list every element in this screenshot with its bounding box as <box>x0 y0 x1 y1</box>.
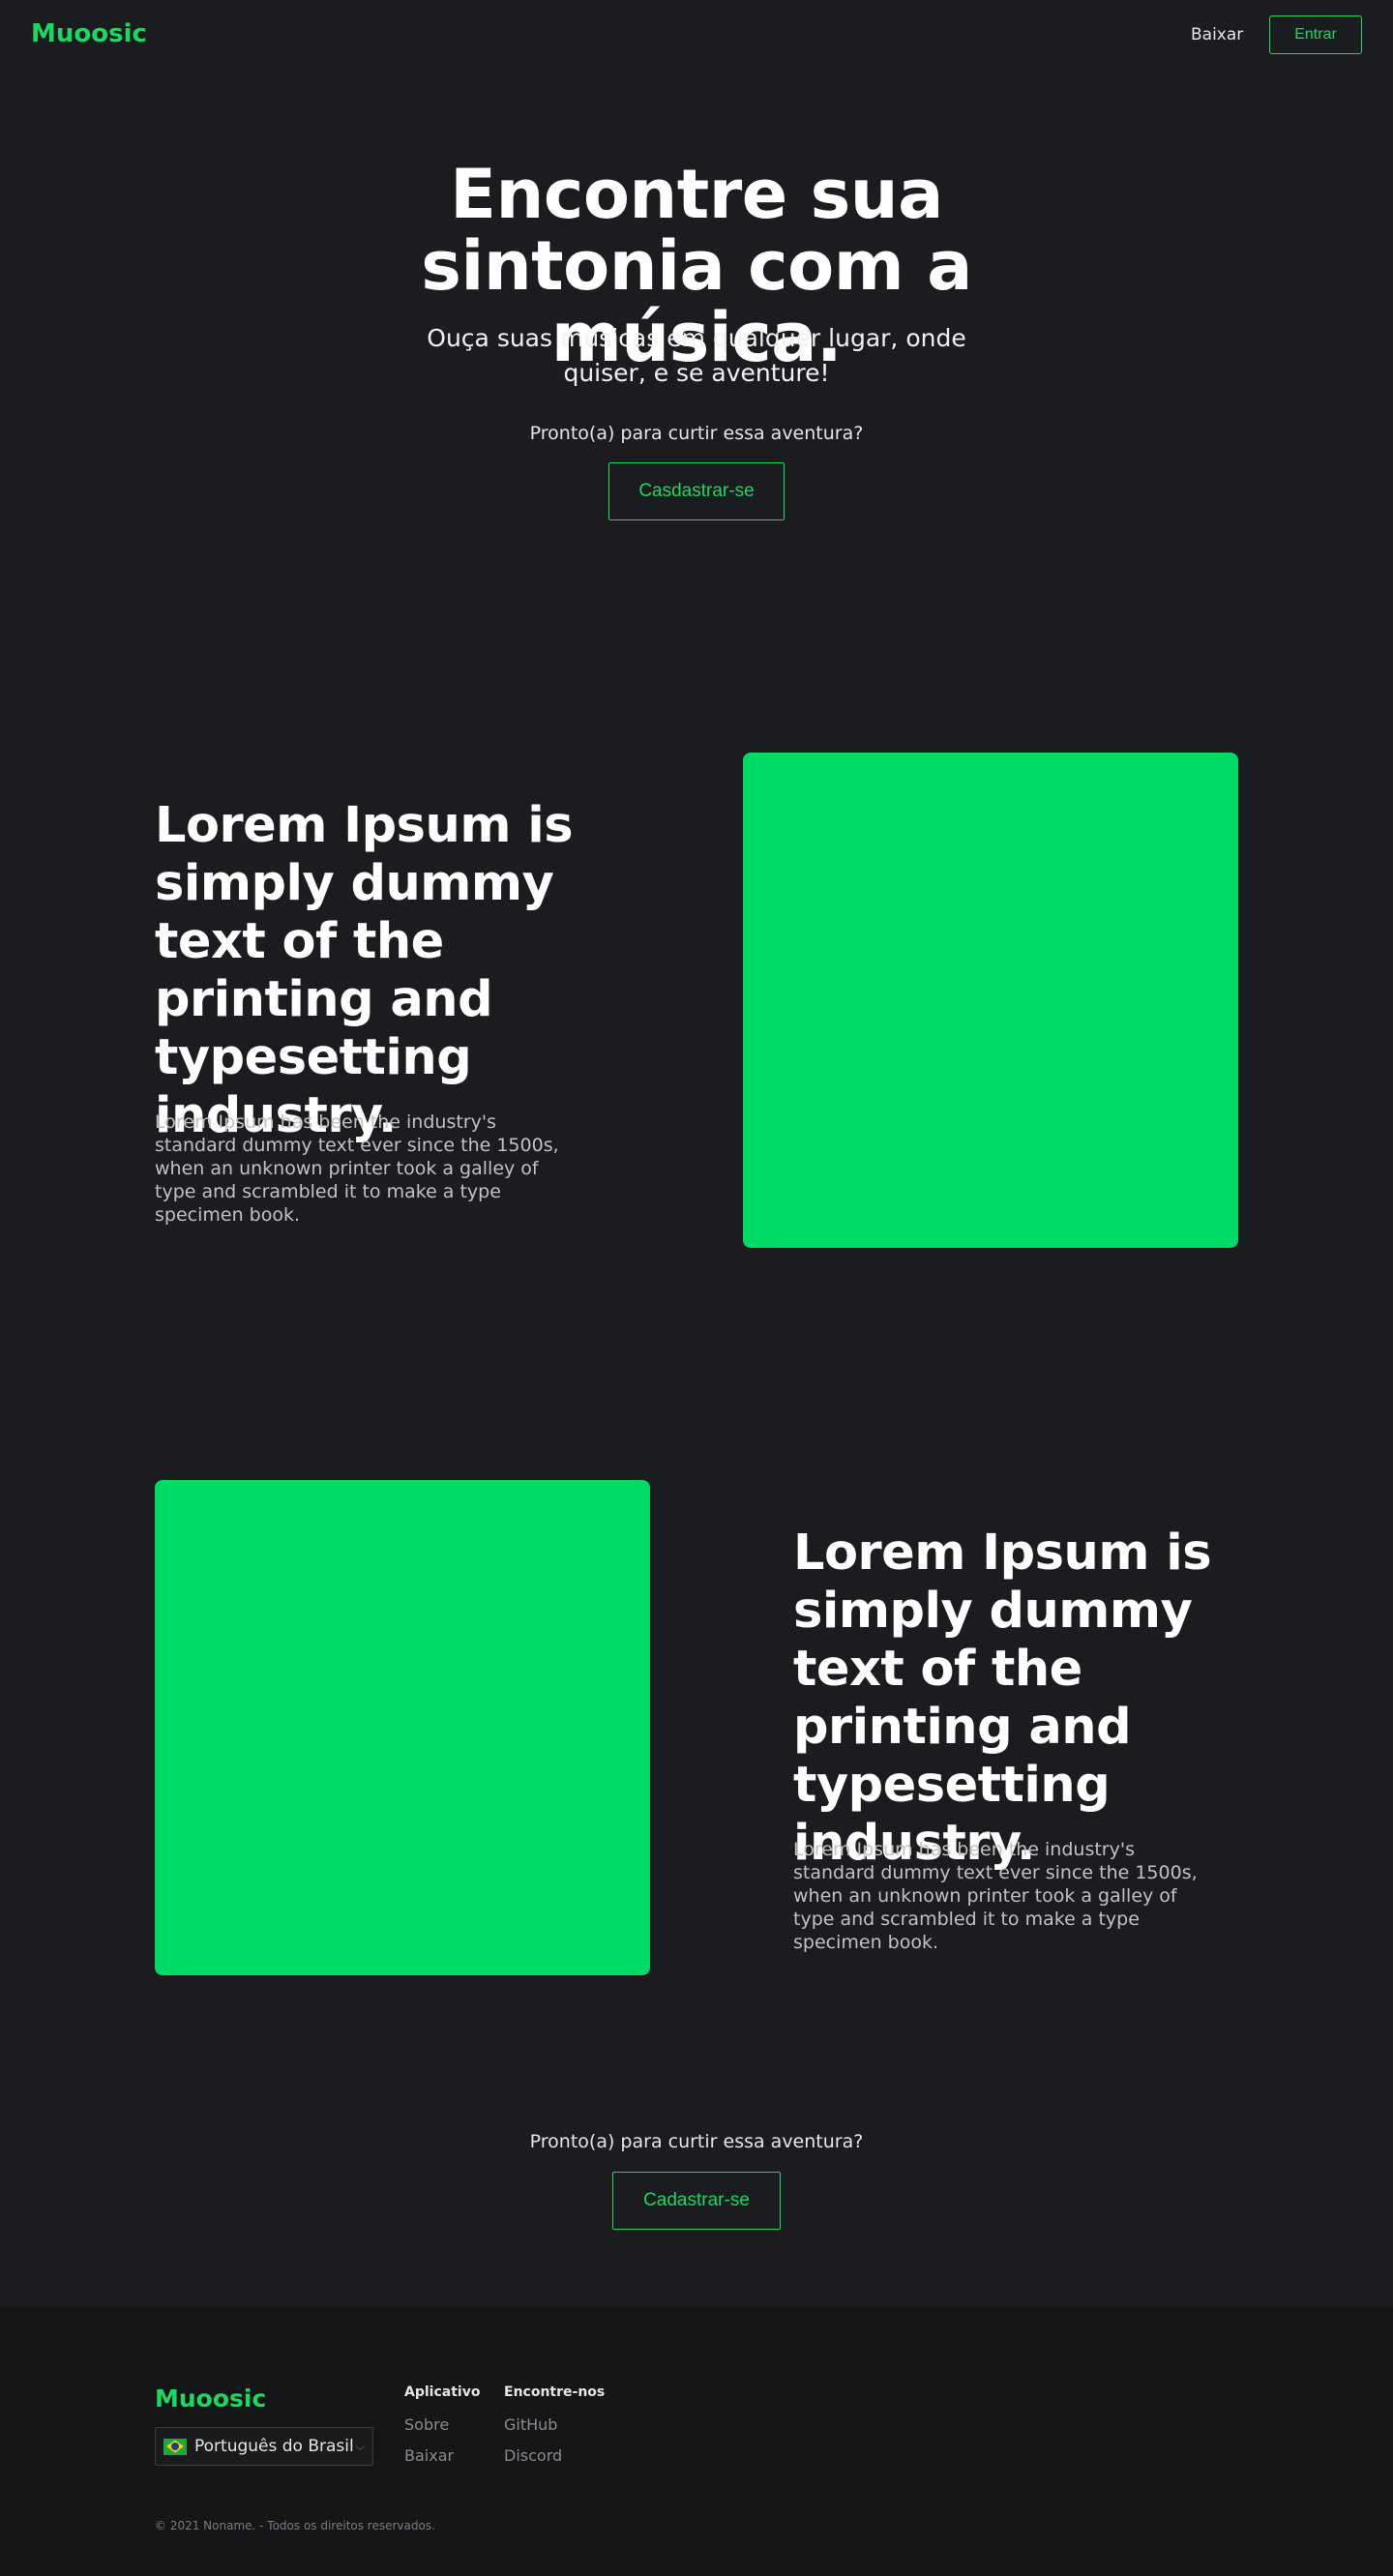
header-logo[interactable]: Muoosic <box>31 19 147 48</box>
language-selected-label: Português do Brasil <box>194 2437 354 2456</box>
feature-1-text: Lorem Ipsum has been the industry's stan… <box>155 1111 559 1226</box>
feature-2-image <box>155 1480 650 1975</box>
hero-cta-text: Pronto(a) para curtir essa aventura? <box>529 423 864 444</box>
feature-2-title: Lorem Ipsum is simply dummy text of the … <box>793 1525 1212 1872</box>
feature-2-text: Lorem Ipsum has been the industry's stan… <box>793 1839 1198 1953</box>
bottom-signup-button[interactable]: Cadastrar-se <box>612 2172 781 2230</box>
chevron-down-icon: ⌵ <box>355 2439 365 2453</box>
footer-link-github[interactable]: GitHub <box>504 2415 557 2434</box>
copyright-text: © 2021 Noname. - Todos os direitos reser… <box>155 2519 435 2532</box>
bottom-cta-text: Pronto(a) para curtir essa aventura? <box>529 2131 864 2152</box>
feature-1-title: Lorem Ipsum is simply dummy text of the … <box>155 797 574 1144</box>
footer-col-aplicativo-title: Aplicativo <box>404 2384 481 2400</box>
brazil-flag-icon <box>163 2438 187 2455</box>
footer-logo[interactable]: Muoosic <box>155 2384 266 2413</box>
language-select[interactable]: Português do Brasil ⌵ <box>155 2427 373 2466</box>
feature-1-image <box>743 753 1238 1248</box>
hero-signup-button[interactable]: Casdastrar-se <box>608 462 785 520</box>
footer: Muoosic Português do Brasil ⌵ Aplicativo… <box>0 2307 1393 2576</box>
footer-col-encontre-nos-title: Encontre-nos <box>504 2384 606 2400</box>
footer-link-sobre[interactable]: Sobre <box>404 2415 449 2434</box>
login-button[interactable]: Entrar <box>1269 15 1362 54</box>
footer-link-discord[interactable]: Discord <box>504 2446 562 2465</box>
landing-page: Muoosic Baixar Entrar Encontre sua sinto… <box>0 0 1393 2576</box>
nav-download-link[interactable]: Baixar <box>1191 25 1243 44</box>
hero-subtitle: Ouça suas músicas em qualquer lugar, ond… <box>427 324 966 387</box>
footer-link-baixar[interactable]: Baixar <box>404 2446 454 2465</box>
